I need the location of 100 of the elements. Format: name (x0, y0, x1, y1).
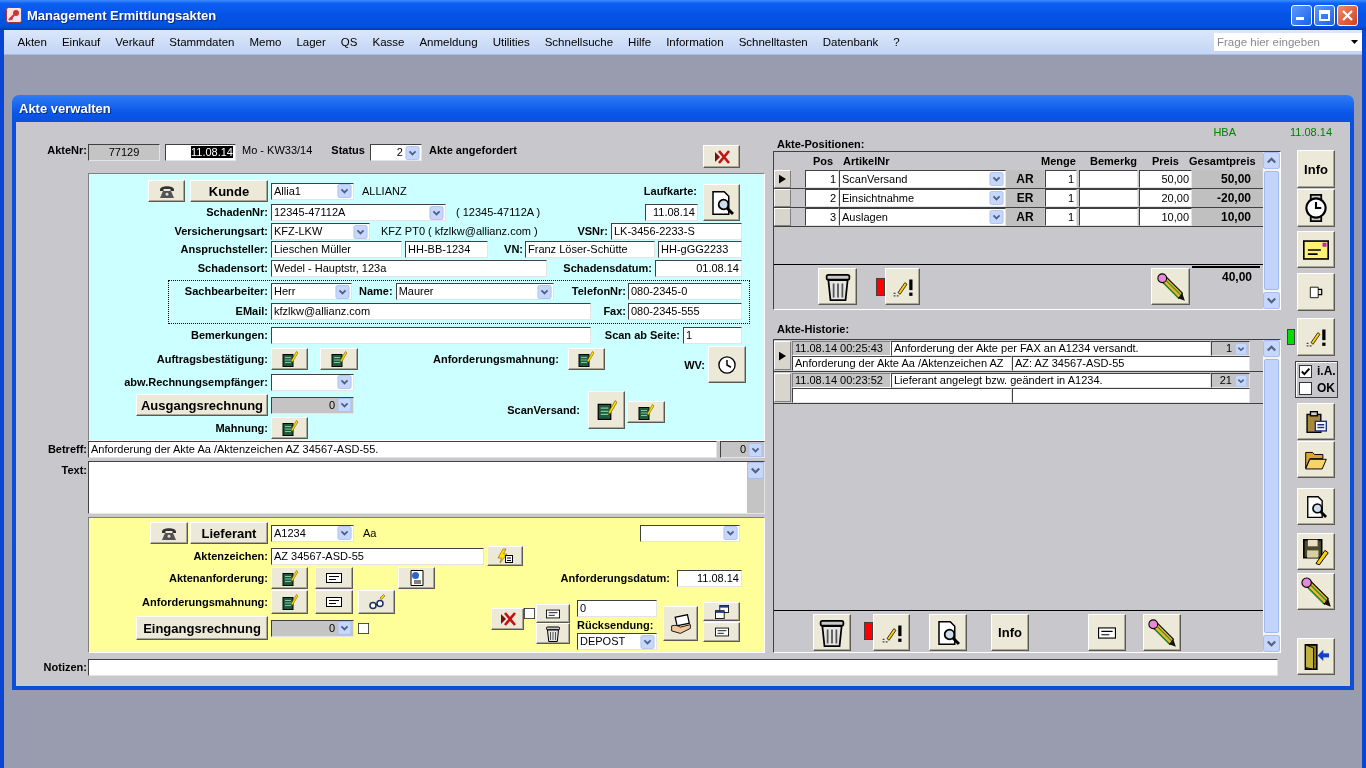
menu-item[interactable]: Information (658, 36, 732, 48)
pen-exclamation-button[interactable] (1297, 318, 1335, 356)
scrollbar[interactable] (1263, 340, 1280, 652)
menu-item[interactable]: Akten (10, 36, 55, 48)
supplier-button[interactable]: Lieferant (190, 522, 268, 544)
count-dropdown[interactable]: 21 (1211, 373, 1250, 388)
pencil-button[interactable] (1151, 268, 1190, 305)
pen-exclamation-button[interactable] (873, 614, 910, 651)
close-button[interactable] (1337, 4, 1358, 26)
notebook-pencil-button[interactable] (627, 401, 665, 423)
info-button[interactable]: Info (1297, 150, 1335, 188)
card-button[interactable] (315, 567, 353, 589)
scroll-down-icon[interactable] (1263, 292, 1280, 309)
input-field[interactable]: 11.08.14 (677, 569, 742, 587)
remark-field[interactable] (1079, 170, 1138, 188)
trash-button[interactable] (818, 268, 857, 305)
checkbox[interactable] (524, 608, 535, 619)
detail-field[interactable] (792, 388, 1012, 403)
trash-button[interactable] (813, 614, 851, 651)
document-search-button[interactable] (929, 614, 967, 651)
dropdown-field[interactable]: 12345-47112A (271, 204, 446, 221)
price-field[interactable]: 20,00 (1139, 189, 1192, 207)
article-dropdown[interactable]: ScanVersand (839, 170, 1006, 188)
notebook-pencil-button[interactable] (271, 348, 308, 370)
notebook-pencil-button[interactable] (567, 348, 605, 370)
scroll-thumb[interactable] (1264, 359, 1279, 633)
text-area[interactable] (88, 461, 765, 514)
menu-item[interactable]: Stammdaten (161, 36, 242, 48)
quantity-field[interactable]: 1 (1045, 170, 1077, 188)
message-field[interactable]: Lieferant angelegt bzw. geändert in A1234. (891, 373, 1211, 388)
input-field[interactable]: HH-BB-1234 (405, 241, 488, 258)
door-arrow-button[interactable] (1297, 638, 1335, 675)
scroll-down-icon[interactable] (1263, 635, 1280, 652)
clock-button[interactable] (708, 346, 746, 383)
watch-button[interactable] (1297, 189, 1335, 227)
quantity-field[interactable]: 1 (1045, 208, 1077, 226)
help-search-field[interactable]: Frage hier eingeben (1214, 33, 1362, 51)
input-field[interactable] (271, 327, 591, 344)
input-field[interactable]: Franz Löser-Schütte (525, 241, 655, 258)
remark-field[interactable] (1079, 208, 1138, 226)
preview-button[interactable] (703, 184, 740, 221)
dropdown-field[interactable]: Herr (271, 283, 352, 300)
reference-field[interactable] (1012, 388, 1250, 403)
remark-field[interactable] (1079, 189, 1138, 207)
notebook-pencil-button[interactable] (271, 417, 308, 439)
scroll-thumb[interactable] (1264, 171, 1279, 290)
menu-item[interactable]: Utilities (485, 36, 538, 48)
scroll-up-icon[interactable] (1263, 152, 1280, 169)
input-field[interactable]: 0 (577, 600, 657, 617)
notes-field[interactable] (88, 658, 1278, 676)
count-dropdown[interactable]: 1 (1211, 341, 1250, 356)
scrollbar[interactable] (747, 462, 764, 513)
menu-item[interactable]: Kasse (365, 36, 412, 48)
menu-item[interactable]: QS (333, 36, 365, 48)
menu-item[interactable]: Datenbank (815, 36, 886, 48)
date-field[interactable]: 11.08.14 (165, 144, 236, 161)
card-button[interactable] (1088, 614, 1126, 651)
info-button[interactable]: Info (991, 614, 1029, 651)
glasses-button[interactable] (358, 590, 395, 614)
menu-item[interactable]: Einkauf (54, 36, 108, 48)
windows-button[interactable] (703, 602, 740, 621)
scroll-up-icon[interactable] (1263, 340, 1280, 357)
clipboard-button[interactable] (1297, 403, 1335, 440)
card-button[interactable] (536, 604, 570, 623)
position-field[interactable]: 2 (805, 189, 839, 207)
article-dropdown[interactable]: Auslagen (839, 208, 1006, 226)
envelope-button[interactable] (1297, 231, 1335, 268)
scroll-down-icon[interactable] (747, 462, 764, 479)
menu-item[interactable]: Anmeldung (411, 36, 486, 48)
input-field[interactable]: Lieschen Müller (271, 241, 402, 258)
card-button[interactable] (703, 622, 740, 642)
minimize-button[interactable] (1291, 4, 1312, 26)
dropdown-field[interactable]: KFZ-LKW (271, 223, 370, 240)
input-field[interactable]: HH-gGG2233 (658, 241, 742, 258)
article-dropdown[interactable]: Einsichtnahme (839, 189, 1006, 207)
folder-button[interactable] (1297, 441, 1335, 478)
phone-button[interactable] (148, 180, 185, 202)
input-field[interactable]: 1 (683, 327, 742, 344)
message-field[interactable]: Anforderung der Akte per FAX an A1234 versandt. (891, 341, 1211, 356)
notebook-pencil-button[interactable] (320, 348, 358, 370)
input-field[interactable]: 080-2345-555 (628, 303, 742, 320)
input-field[interactable]: 080-2345-0 (628, 283, 742, 300)
position-field[interactable]: 3 (805, 208, 839, 226)
dropdown-field[interactable]: DEPOST (577, 633, 657, 650)
notebook-pencil-button[interactable] (588, 391, 625, 429)
menu-item[interactable]: Schnellsuche (537, 36, 621, 48)
card-button[interactable] (315, 590, 353, 614)
menu-item[interactable]: Schnelltasten (731, 36, 816, 48)
lightning-card-button[interactable] (487, 546, 523, 566)
row-selector[interactable] (774, 170, 791, 188)
dropdown-field[interactable] (640, 524, 740, 542)
checkbox[interactable] (1299, 364, 1312, 378)
detail-field[interactable]: Anforderung der Akte Aa /Aktenzeichen AZ (792, 356, 1012, 371)
mug-button[interactable] (1297, 273, 1335, 311)
document-globe-button[interactable] (398, 567, 435, 589)
menu-item[interactable]: Hilfe (620, 36, 659, 48)
customer-button[interactable]: Kunde (190, 180, 268, 202)
menu-item[interactable]: Memo (242, 36, 289, 48)
reference-field[interactable]: AZ: AZ 34567-ASD-55 (1012, 356, 1250, 371)
price-field[interactable]: 50,00 (1139, 170, 1192, 188)
